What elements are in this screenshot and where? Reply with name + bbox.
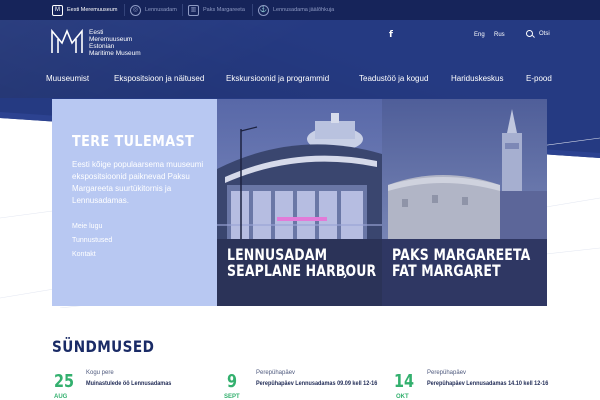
site-link-paks-margareeta[interactable]: ▥ Paks Margareeta — [188, 3, 245, 17]
event-title[interactable]: Muinastulede öö Lennusadamas — [86, 380, 171, 387]
museum-logo-icon: M — [52, 4, 63, 16]
card-lennusadam[interactable]: LENNUSADAM SEAPLANE HARBOUR › — [217, 99, 382, 306]
event-day: 9 — [227, 371, 238, 392]
facebook-icon[interactable]: f — [389, 30, 393, 40]
welcome-title: TERE TULEMAST — [72, 132, 195, 150]
divider — [124, 4, 125, 16]
divider — [252, 4, 253, 16]
event-category: Kogu pere — [86, 370, 114, 376]
lang-eng-link[interactable]: Eng — [474, 32, 485, 38]
welcome-description: Eesti kõige populaarsema muuseumi ekspos… — [72, 160, 204, 205]
divider — [182, 4, 183, 16]
nav-item-hariduskeskus[interactable]: Hariduskeskus — [451, 74, 503, 83]
lennusadam-logo-icon: ◎ — [130, 4, 141, 16]
site-label: Paks Margareeta — [203, 7, 245, 13]
brand-logo-link[interactable]: Eesti Meremuuseum Estonian Maritime Muse… — [50, 29, 141, 57]
museum-emblem-icon — [51, 29, 83, 53]
event-day: 14 — [394, 371, 415, 392]
link-tunnustused[interactable]: Tunnustused — [72, 237, 112, 244]
nav-item-muuseumist[interactable]: Muuseumist — [46, 74, 89, 83]
chevron-right-icon: › — [343, 268, 347, 282]
nav-item-epood[interactable]: E-pood — [526, 74, 552, 83]
lang-rus-link[interactable]: Rus — [494, 32, 505, 38]
site-label: Eesti Meremuuseum — [67, 7, 118, 13]
event-month: SEPT — [224, 394, 240, 400]
event-title[interactable]: Perepühapäev Lennusadamas 14.10 kell 12-… — [427, 380, 548, 387]
welcome-panel: TERE TULEMAST Eesti kõige populaarsema m… — [52, 99, 217, 306]
brand-line: Meremuuseum — [89, 36, 133, 43]
link-meie-lugu[interactable]: Meie lugu — [72, 223, 102, 230]
card-paks-margareeta[interactable]: PAKS MARGAREETA FAT MARGARET › — [382, 99, 547, 306]
nav-item-ekspositsioon[interactable]: Ekspositsioon ja näitused — [114, 74, 204, 83]
search-icon — [526, 30, 533, 37]
site-link-jaalohkuja[interactable]: ⚓ Lennusadama jäälõhkuja — [258, 3, 334, 17]
event-category: Perepühapäev — [427, 370, 467, 376]
card-title-line: SEAPLANE HARBOUR — [227, 261, 377, 280]
event-month: OKT — [396, 394, 409, 400]
top-bar: M Eesti Meremuuseum ◎ Lennusadam ▥ Paks … — [0, 0, 600, 20]
brand-line: Estonian — [89, 43, 115, 50]
tower-logo-icon: ▥ — [188, 4, 199, 16]
event-category: Perepühapäev — [256, 370, 296, 376]
brand-line: Maritime Museum — [89, 50, 141, 57]
events-title: SÜNDMUSED — [52, 337, 155, 356]
nav-item-teadustoo[interactable]: Teadustöö ja kogud — [359, 74, 428, 83]
card-title-line: FAT MARGARET — [392, 261, 501, 280]
site-header: Eesti Meremuuseum Estonian Maritime Muse… — [0, 20, 600, 98]
site-label: Lennusadam — [145, 7, 177, 13]
site-link-lennusadam[interactable]: ◎ Lennusadam — [130, 3, 177, 17]
search-label: Otsi — [539, 30, 550, 37]
brand-line: Eesti — [89, 29, 104, 36]
event-month: AUG — [54, 394, 68, 400]
event-title[interactable]: Perepühapäev Lennusadamas 09.09 kell 12-… — [256, 380, 377, 387]
link-kontakt[interactable]: Kontakt — [72, 251, 96, 258]
card-title: PAKS MARGAREETA FAT MARGARET — [392, 247, 530, 279]
card-title: LENNUSADAM SEAPLANE HARBOUR — [227, 247, 376, 279]
search-button[interactable]: Otsi — [526, 30, 550, 37]
site-label: Lennusadama jäälõhkuja — [273, 7, 335, 13]
nav-item-ekskursioonid[interactable]: Ekskursioonid ja programmid — [226, 74, 329, 83]
site-link-meremuuseum[interactable]: M Eesti Meremuuseum — [52, 3, 117, 17]
brand-text: Eesti Meremuuseum Estonian Maritime Muse… — [89, 29, 141, 57]
icebreaker-logo-icon: ⚓ — [258, 4, 269, 16]
chevron-right-icon: › — [474, 268, 478, 282]
event-day: 25 — [54, 371, 75, 392]
